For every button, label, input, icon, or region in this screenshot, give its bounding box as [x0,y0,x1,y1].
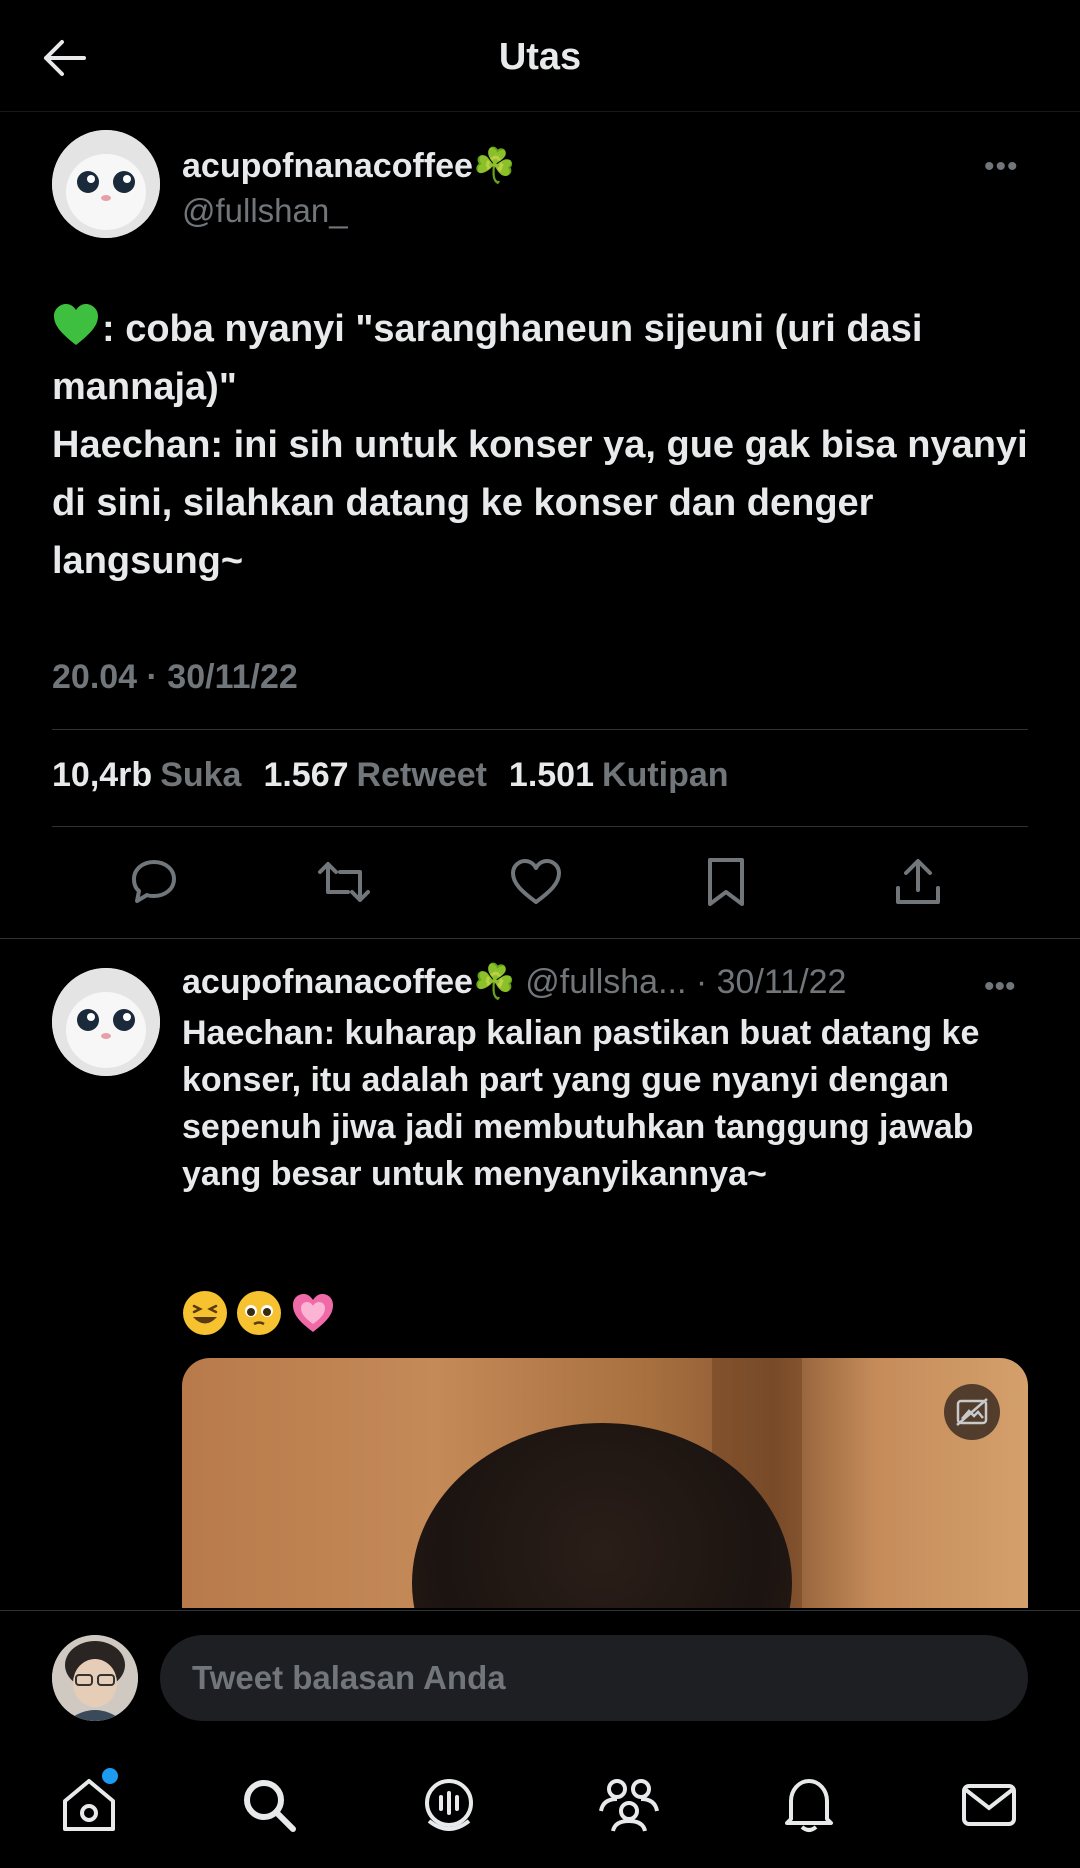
reply-handle-time[interactable]: @fullsha... · 30/11/22 [525,963,846,1002]
current-user-avatar[interactable] [52,1635,138,1721]
notifications-icon[interactable] [774,1770,844,1840]
video-thumbnail[interactable] [182,1358,1028,1608]
author-avatar[interactable] [52,130,160,238]
share-icon[interactable] [888,852,948,912]
reply-input[interactable] [160,1635,1028,1721]
reply-icon[interactable] [124,852,184,912]
like-icon[interactable] [506,852,566,912]
growing-heart-icon [290,1290,336,1336]
home-notification-dot [102,1768,118,1784]
tweet-timestamp[interactable]: 20.04 · 30/11/22 [52,658,298,697]
divider [52,826,1028,827]
bottom-navigation [0,1760,1080,1868]
top-bar: Utas [0,0,1080,112]
reply-emojis [182,1290,336,1336]
search-icon[interactable] [234,1770,304,1840]
green-heart-icon [52,303,102,347]
reply-text: Haechan: kuharap kalian pastikan buat da… [182,1014,980,1193]
likes-stat[interactable]: 10,4rb Suka [52,756,241,795]
reply-author-name[interactable]: acupofnanacoffee☘️ [182,962,515,1002]
author-handle[interactable]: @fullshan_ [182,192,348,230]
reply-composer [0,1610,1080,1721]
messages-icon[interactable] [954,1770,1024,1840]
bookmark-icon[interactable] [696,852,756,912]
more-options-icon[interactable]: ••• [984,150,1019,184]
quotes-stat[interactable]: 1.501 Kutipan [509,756,729,795]
spaces-icon[interactable] [414,1770,484,1840]
retweets-stat[interactable]: 1.567 Retweet [263,756,486,795]
retweet-icon[interactable] [314,852,374,912]
tweet-text: : coba nyanyi "saranghaneun sijeuni (uri… [52,300,1032,590]
pleading-face-icon [236,1290,282,1336]
reply-header: acupofnanacoffee☘️ @fullsha... · 30/11/2… [182,962,846,1002]
sensitive-media-icon[interactable] [944,1384,1000,1440]
page-title: Utas [498,36,582,78]
laughing-face-icon [182,1290,228,1336]
tweet-actions [52,852,1028,912]
divider [0,938,1080,939]
tweet-line-2: Haechan: ini sih untuk konser ya, gue ga… [52,424,1039,582]
tweet-line-1: : coba nyanyi "saranghaneun sijeuni (uri… [52,308,933,408]
divider [52,729,1028,730]
reply-author-avatar[interactable] [52,968,160,1076]
engagement-stats: 10,4rb Suka 1.567 Retweet 1.501 Kutipan [52,756,729,795]
communities-icon[interactable] [594,1770,664,1840]
author-name[interactable]: acupofnanacoffee☘️ [182,146,515,186]
more-options-icon[interactable]: ••• [984,970,1016,1004]
